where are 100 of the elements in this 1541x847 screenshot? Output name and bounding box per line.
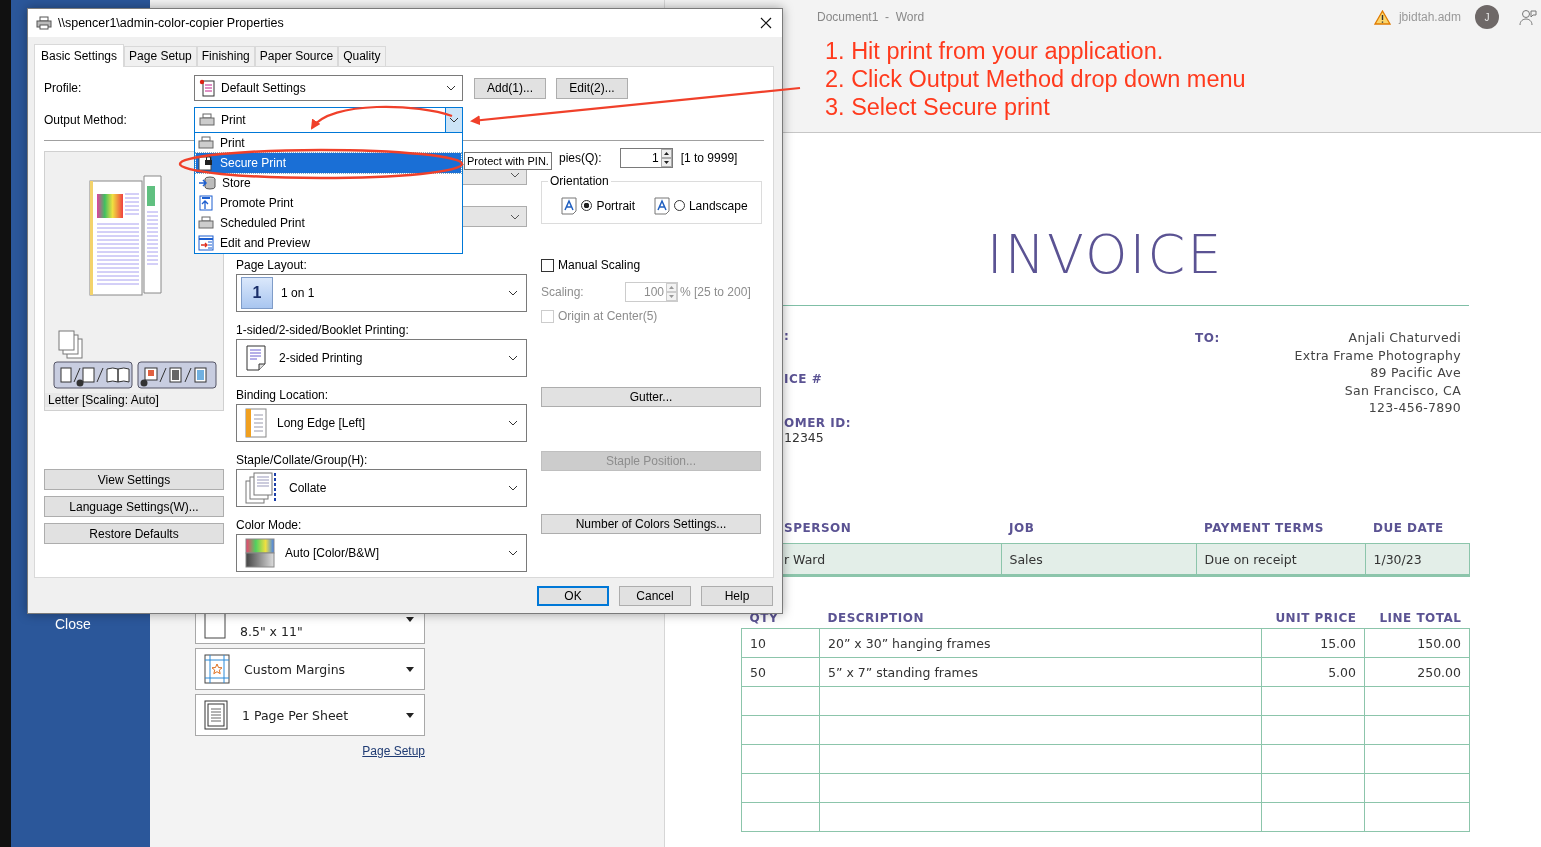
color-mode-icons[interactable]	[137, 361, 217, 389]
copies-spinbox[interactable]: 1	[619, 148, 673, 168]
radio-button[interactable]	[673, 200, 685, 211]
tab[interactable]: Basic Settings	[34, 44, 125, 67]
address-line: San Francisco, CA	[1344, 381, 1461, 399]
address-line: Extra Frame Photography	[1294, 346, 1461, 364]
tab[interactable]: Paper Source	[254, 46, 339, 66]
table-cell: 5” x 7” standing frames	[819, 657, 1262, 687]
table-cell: 150.00	[1364, 628, 1470, 658]
setting-dropdown[interactable]: Auto [Color/B&W]	[236, 534, 527, 572]
setting-dropdown[interactable]: Collate	[236, 469, 527, 507]
column-header: PAYMENT TERMS	[1196, 521, 1365, 544]
checkbox[interactable]	[541, 258, 554, 272]
dialog-button[interactable]: Help	[701, 586, 773, 606]
field-label: pies(Q):	[559, 151, 602, 165]
group-title: Orientation	[548, 174, 611, 188]
tab[interactable]: Quality	[338, 46, 386, 66]
list-item[interactable]: Print	[196, 133, 461, 153]
column-header: DUE DATE	[1365, 521, 1469, 544]
profile-dropdown[interactable]: Default Settings	[194, 75, 463, 101]
duplex-mode-icons[interactable]	[53, 361, 133, 389]
window-title: Document1 - Word	[817, 10, 925, 24]
side-button[interactable]: Restore Defaults	[44, 523, 224, 544]
table-cell: 50	[741, 657, 820, 687]
color-mode-icon	[245, 538, 275, 568]
invoice-title: INVOICE	[985, 225, 1225, 285]
column-header: DESCRIPTION	[819, 611, 1262, 629]
list-item[interactable]: Store	[196, 173, 461, 193]
binding-page-icon	[245, 408, 267, 438]
profile-button[interactable]: Edit(2)...	[556, 77, 628, 99]
radio-label[interactable]: Landscape	[688, 198, 748, 213]
chevron-icon	[508, 290, 518, 296]
field-label: Scaling:	[541, 285, 585, 299]
dialog-button[interactable]: Cancel	[619, 586, 691, 606]
printer-icon	[198, 216, 214, 230]
chevron-icon	[508, 550, 518, 556]
field-label: Staple/Collate/Group(H):	[236, 453, 368, 468]
page-setup-link[interactable]: Page Setup	[362, 744, 425, 758]
dialog-button[interactable]: OK	[537, 586, 609, 606]
close-icon[interactable]	[760, 17, 772, 29]
field-label: 1-sided/2-sided/Booklet Printing:	[236, 323, 409, 338]
table-cell: 10	[741, 628, 820, 658]
copies-icon	[58, 330, 84, 360]
setting-dropdown[interactable]: 1 1 on 1	[236, 274, 527, 312]
chevron-icon	[508, 420, 518, 426]
chevron-icon	[449, 117, 459, 123]
radio-label[interactable]: Portrait	[596, 198, 636, 213]
person-icon[interactable]	[1519, 8, 1537, 26]
database-icon	[198, 176, 216, 190]
printer-icon	[36, 16, 52, 30]
instruction-text: 1. Hit print from your application.	[825, 37, 1165, 65]
avatar[interactable]: J	[1475, 5, 1499, 29]
list-item[interactable]: Secure Print	[196, 153, 461, 173]
field-label: Color Mode:	[236, 518, 302, 533]
chevron-icon	[508, 485, 518, 491]
range-hint: [1 to 9999]	[680, 151, 738, 165]
settings-button[interactable]: Gutter...	[541, 387, 761, 407]
collate-icon	[245, 471, 279, 505]
sidebar-item[interactable]: Close	[55, 616, 91, 632]
setting-dropdown[interactable]: 2-sided Printing	[236, 339, 527, 377]
list-item[interactable]: Edit and Preview	[196, 233, 461, 253]
field-label: OMER ID:	[784, 415, 851, 430]
print-option-dropdown[interactable]: Custom Margins	[195, 648, 425, 690]
spin-arrows-icon[interactable]	[660, 149, 672, 167]
print-option-dropdown[interactable]: 1 Page Per Sheet	[195, 694, 425, 736]
tab[interactable]: Page Setup	[124, 46, 197, 66]
caret-icon	[406, 666, 414, 672]
field-label: Binding Location:	[236, 388, 329, 403]
address-line: 89 Pacific Ave	[1370, 364, 1461, 382]
printer-icon	[199, 113, 215, 127]
page-icon	[204, 611, 226, 639]
field-label: Output Method:	[44, 113, 128, 127]
settings-button[interactable]: Number of Colors Settings...	[541, 514, 761, 534]
field-value: 12345	[784, 429, 824, 445]
side-button[interactable]: View Settings	[44, 469, 224, 490]
lock-document-icon	[198, 155, 214, 171]
table-cell: Sales	[1001, 543, 1196, 576]
document-icon	[199, 79, 215, 97]
table-cell: 5.00	[1261, 657, 1365, 687]
page-icon	[204, 700, 228, 730]
table-cell: 15.00	[1261, 628, 1365, 658]
margins-icon	[204, 654, 230, 684]
radio-button[interactable]	[581, 200, 593, 211]
field-label: ICE #	[784, 372, 823, 387]
duplex-page-icon	[245, 344, 269, 372]
landscape-icon	[653, 196, 670, 215]
chevron-icon	[508, 355, 518, 361]
field-label: Profile:	[44, 81, 83, 95]
setting-dropdown[interactable]: Long Edge [Left]	[236, 404, 527, 442]
side-button[interactable]: Language Settings(W)...	[44, 496, 224, 517]
checkbox-label[interactable]: Manual Scaling	[558, 258, 641, 272]
warning-icon[interactable]	[1373, 9, 1391, 25]
list-item[interactable]: Promote Print	[196, 193, 461, 213]
address-line: Anjali Chaturvedi	[1348, 329, 1461, 347]
chevron-icon	[446, 85, 456, 91]
list-item[interactable]: Scheduled Print	[196, 213, 461, 233]
caret-icon	[406, 616, 414, 622]
profile-button[interactable]: Add(1)...	[474, 77, 546, 99]
output-method-dropdown[interactable]: Print	[194, 107, 463, 133]
tab[interactable]: Finishing	[196, 46, 255, 66]
